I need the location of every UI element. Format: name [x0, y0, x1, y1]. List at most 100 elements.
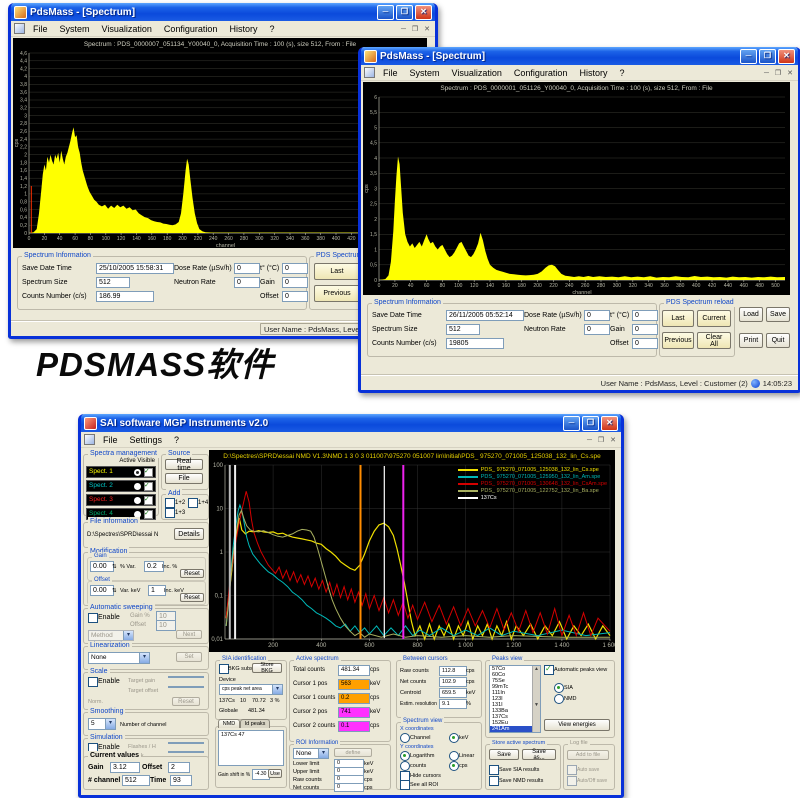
see-all-roi-checkbox[interactable]: [400, 780, 410, 790]
menu-visualization[interactable]: Visualization: [96, 24, 158, 34]
view-energies-button[interactable]: View energies: [544, 719, 610, 731]
offset-spinner[interactable]: 0.00: [90, 585, 114, 596]
offset-field[interactable]: 0: [282, 291, 308, 302]
menu-help[interactable]: ?: [263, 24, 280, 34]
roi-dropdown[interactable]: None▾: [293, 748, 329, 759]
sweeping-enable-checkbox[interactable]: [88, 613, 98, 623]
spectrum-save-button[interactable]: Save: [489, 749, 519, 760]
previous-button[interactable]: Previous: [314, 285, 360, 302]
spectrum-slot[interactable]: Spect. 1: [86, 466, 156, 478]
file-button[interactable]: File: [165, 473, 203, 484]
neutron-rate-field[interactable]: 0: [584, 324, 610, 335]
offset-reset-button[interactable]: Reset: [180, 593, 204, 602]
menu-configuration[interactable]: Configuration: [158, 24, 224, 34]
kev-radio[interactable]: [449, 733, 459, 743]
spectrum-visible-checkbox[interactable]: [144, 482, 153, 491]
spectrum-visible-checkbox[interactable]: [144, 496, 153, 505]
titlebar[interactable]: PdsMass - [Spectrum] ─ ❐ ✕: [361, 47, 798, 65]
logarithm-radio[interactable]: [400, 751, 410, 761]
peaks-listbox[interactable]: 57Co60Co75Se99mTc111In123I131I133Ba137Cs…: [489, 665, 541, 733]
gain-field[interactable]: 0: [282, 277, 308, 288]
maximize-button[interactable]: ❐: [396, 5, 413, 20]
mdi-window-controls[interactable]: ─ ❐ ✕: [764, 69, 795, 77]
spectrum-active-radio[interactable]: [134, 483, 141, 490]
menu-file[interactable]: File: [27, 24, 54, 34]
auto-peaks-checkbox[interactable]: [544, 665, 554, 675]
spectrum-save-as-button[interactable]: Save as...: [522, 749, 556, 760]
print-button[interactable]: Print: [739, 333, 763, 348]
dose-rate-field[interactable]: 0: [584, 310, 610, 321]
minimize-button[interactable]: ─: [563, 416, 580, 431]
menu-help[interactable]: ?: [168, 435, 185, 445]
spectrum-size-field[interactable]: 512: [446, 324, 480, 335]
linearization-dropdown[interactable]: None▾: [88, 652, 150, 664]
current-button[interactable]: Current: [697, 310, 731, 327]
quit-button[interactable]: Quit: [766, 333, 790, 348]
titlebar[interactable]: PdsMass - [Spectrum] ─ ❐ ✕: [11, 3, 435, 21]
gain-reset-button[interactable]: Reset: [180, 569, 204, 578]
temperature-field[interactable]: 0: [282, 263, 308, 274]
add-1-3-checkbox[interactable]: [165, 508, 175, 518]
mdi-window-controls[interactable]: ─ ❐ ✕: [587, 436, 618, 444]
spectrum-slot[interactable]: Spect. 3: [86, 494, 156, 506]
close-button[interactable]: ✕: [415, 5, 432, 20]
details-button[interactable]: Details: [174, 528, 204, 540]
add-1-2-checkbox[interactable]: [165, 498, 175, 508]
minimize-button[interactable]: ─: [740, 49, 757, 64]
previous-button[interactable]: Previous: [662, 332, 694, 349]
spinner-arrows-icon[interactable]: ⇅: [112, 587, 117, 595]
store-bkg-button[interactable]: Store BKG: [252, 663, 282, 673]
spectrum-slot[interactable]: Spect. 2: [86, 480, 156, 492]
menu-history[interactable]: History: [223, 24, 263, 34]
temperature-field[interactable]: 0: [632, 310, 658, 321]
spectrum-active-radio[interactable]: [134, 469, 141, 476]
sia-radio[interactable]: [554, 683, 564, 693]
save-date-field[interactable]: 25/10/2005 15:58:31: [96, 263, 174, 274]
maximize-button[interactable]: ❐: [582, 416, 599, 431]
close-button[interactable]: ✕: [601, 416, 618, 431]
scale-enable-checkbox[interactable]: [88, 677, 98, 687]
linear-radio[interactable]: [449, 751, 459, 761]
spinner-arrows-icon[interactable]: ⇅: [112, 563, 117, 571]
nmd-radio[interactable]: [554, 694, 564, 704]
spectrum-active-radio[interactable]: [134, 497, 141, 504]
save-nmd-results-checkbox[interactable]: [489, 776, 499, 786]
gain-field[interactable]: 0: [632, 324, 658, 335]
dose-rate-field[interactable]: 0: [234, 263, 260, 274]
clear-all-button[interactable]: Clear All: [697, 332, 731, 349]
menu-file[interactable]: File: [377, 68, 404, 78]
neutron-rate-field[interactable]: 0: [234, 277, 260, 288]
menu-file[interactable]: File: [97, 435, 124, 445]
mdi-window-controls[interactable]: ─ ❐ ✕: [401, 25, 432, 33]
last-button[interactable]: Last: [314, 263, 360, 280]
menu-history[interactable]: History: [573, 68, 613, 78]
device-dropdown[interactable]: cps peak net area▾: [219, 684, 283, 695]
channel-radio[interactable]: [400, 733, 410, 743]
spectrum-size-field[interactable]: 512: [96, 277, 130, 288]
minimize-button[interactable]: ─: [377, 5, 394, 20]
spectrum-visible-checkbox[interactable]: [144, 468, 153, 477]
use-button[interactable]: Use: [268, 769, 282, 778]
smoothing-dropdown[interactable]: 5▾: [88, 718, 116, 730]
menu-system[interactable]: System: [54, 24, 96, 34]
close-button[interactable]: ✕: [778, 49, 795, 64]
last-button[interactable]: Last: [662, 310, 694, 327]
counts-number-field[interactable]: 186.99: [96, 291, 154, 302]
save-button[interactable]: Save: [766, 307, 790, 322]
gain-spinner[interactable]: 0.00: [90, 561, 114, 572]
peaks-list-item[interactable]: 241Am: [490, 726, 533, 732]
tab-nmd[interactable]: NMD: [218, 719, 240, 728]
menu-system[interactable]: System: [404, 68, 446, 78]
titlebar[interactable]: SAI software MGP Instruments v2.0 ─ ❐ ✕: [81, 414, 621, 432]
cps-radio[interactable]: [449, 761, 459, 771]
real-time-button[interactable]: Real time: [165, 459, 203, 470]
scrollbar[interactable]: ▲▼: [532, 666, 540, 732]
maximize-button[interactable]: ❐: [759, 49, 776, 64]
load-button[interactable]: Load: [739, 307, 763, 322]
counts-number-field[interactable]: 19805: [446, 338, 504, 349]
menu-visualization[interactable]: Visualization: [446, 68, 508, 78]
save-date-field[interactable]: 26/11/2005 05:52:14: [446, 310, 524, 321]
offset-field[interactable]: 0: [632, 338, 658, 349]
tab-id-peaks[interactable]: Id peaks: [240, 719, 270, 728]
save-sia-results-checkbox[interactable]: [489, 765, 499, 775]
